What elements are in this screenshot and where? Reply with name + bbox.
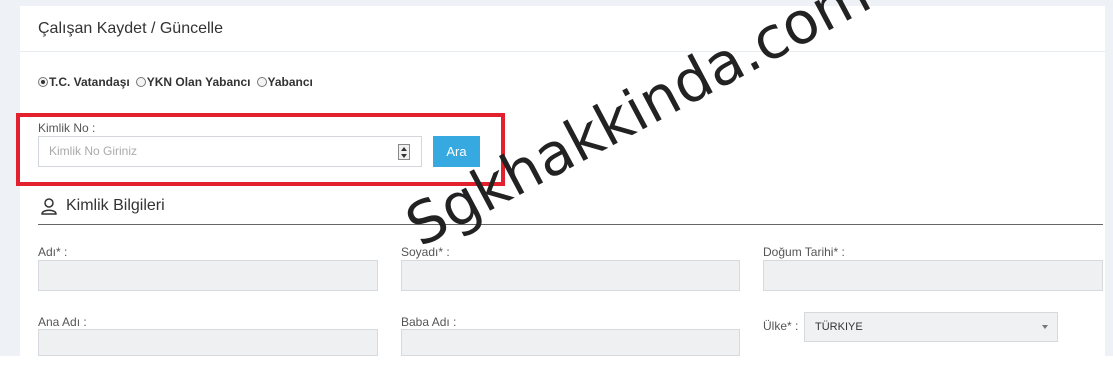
name-field[interactable] — [38, 260, 378, 291]
section-divider — [38, 224, 1103, 225]
number-spinner[interactable] — [398, 144, 410, 160]
father-name-field[interactable] — [401, 329, 740, 356]
father-name-label: Baba Adı : — [401, 315, 457, 329]
chevron-down-icon — [1042, 325, 1048, 329]
page-title: Çalışan Kaydet / Güncelle — [38, 20, 223, 37]
mother-name-label: Ana Adı : — [38, 315, 87, 329]
name-label: Adı* : — [38, 245, 68, 259]
radio-ykn-foreigner[interactable]: YKN Olan Yabancı — [135, 75, 251, 89]
spinner-up-icon[interactable] — [401, 147, 407, 151]
radio-foreigner-label: Yabancı — [267, 75, 313, 89]
surname-field[interactable] — [401, 260, 740, 291]
radio-tc-citizen-label: T.C. Vatandaşı — [49, 75, 130, 89]
country-label: Ülke* : — [763, 319, 799, 333]
identity-number-label: Kimlik No : — [38, 121, 96, 135]
title-divider — [20, 51, 1105, 52]
section-title: Kimlik Bilgileri — [66, 197, 165, 214]
identity-section-header: Kimlik Bilgileri — [40, 197, 165, 215]
bottom-strip — [0, 356, 1113, 378]
birthdate-label: Doğum Tarihi* : — [763, 245, 845, 259]
radio-ykn-foreigner-circle[interactable] — [135, 77, 146, 87]
radio-ykn-foreigner-label: YKN Olan Yabancı — [146, 75, 251, 89]
identity-number-input[interactable]: Kimlik No Giriniz — [38, 136, 422, 167]
country-select[interactable]: TÜRKIYE — [804, 312, 1058, 342]
user-icon — [40, 197, 58, 215]
radio-foreigner-circle[interactable] — [256, 77, 267, 87]
radio-foreigner[interactable]: Yabancı — [256, 75, 313, 89]
radio-tc-citizen[interactable]: T.C. Vatandaşı — [38, 75, 130, 89]
spinner-down-icon[interactable] — [401, 154, 407, 158]
country-select-value: TÜRKIYE — [815, 321, 863, 333]
radio-tc-citizen-circle[interactable] — [38, 77, 48, 87]
mother-name-field[interactable] — [38, 329, 378, 356]
birthdate-field[interactable] — [763, 260, 1103, 291]
citizenship-radio-group: T.C. Vatandaşı YKN Olan Yabancı Yabancı — [38, 75, 319, 89]
